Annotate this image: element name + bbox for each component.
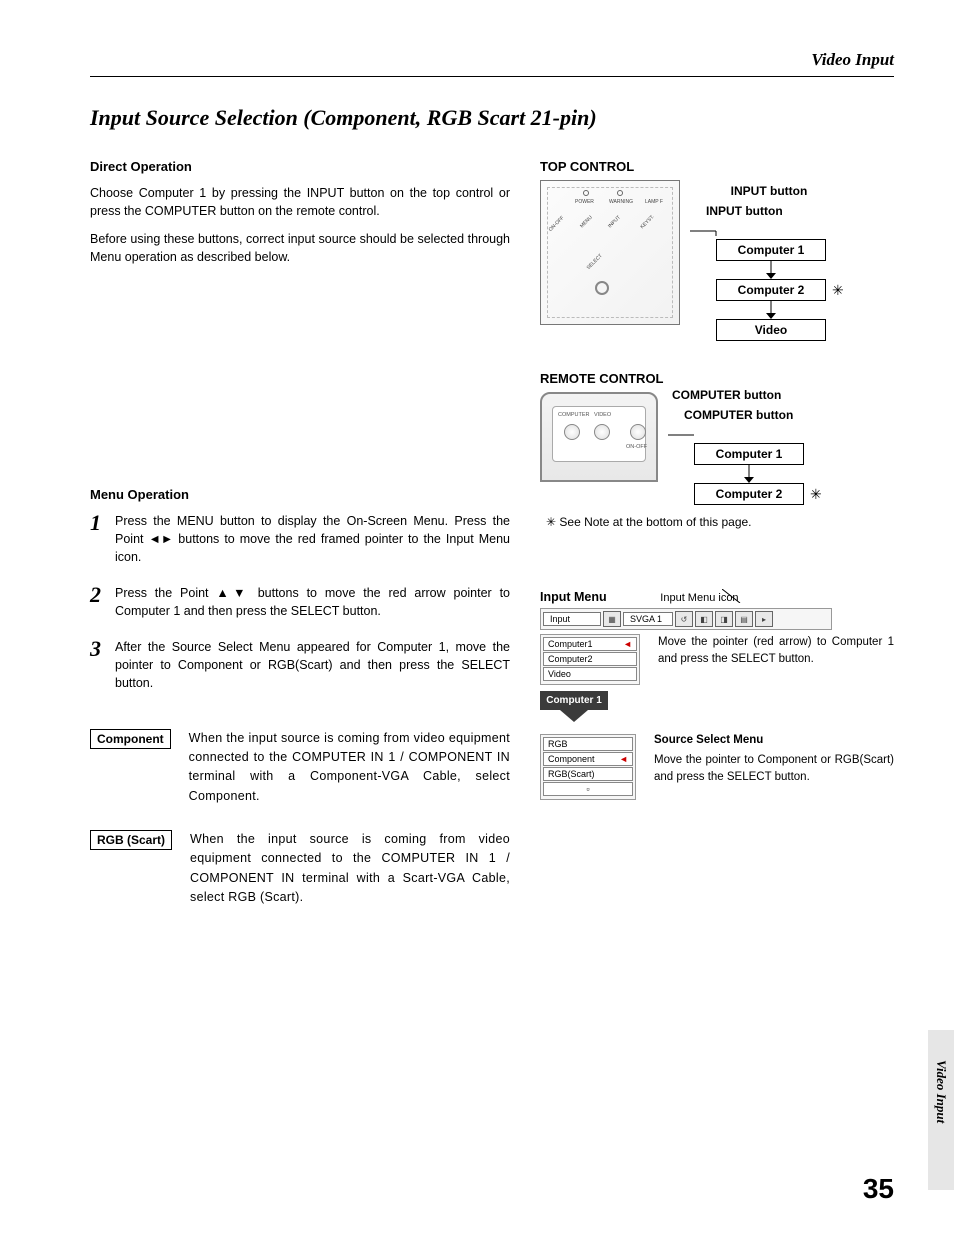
remote-video-label: VIDEO: [594, 412, 611, 418]
note-text: ✳ See Note at the bottom of this page.: [546, 515, 894, 529]
direct-op-p1: Choose Computer 1 by pressing the INPUT …: [90, 184, 510, 220]
panel-menu-label: MENU: [579, 215, 594, 230]
section-header: Video Input: [90, 50, 894, 77]
pointer-line-icon: [722, 589, 752, 603]
page-number: 35: [863, 1173, 894, 1205]
led-dot-icon: [583, 190, 589, 196]
step-num-3: 3: [90, 638, 101, 692]
red-arrow-icon: ◄: [619, 754, 628, 764]
input-menu-text1: Move the pointer (red arrow) to Computer…: [658, 634, 894, 669]
menu-icon: ◨: [715, 611, 733, 627]
input-menu-mode: SVGA 1: [623, 612, 673, 626]
direct-op-heading: Direct Operation: [90, 159, 510, 174]
step-num-1: 1: [90, 512, 101, 566]
panel-power-label: POWER: [575, 199, 594, 205]
menu-icon: ↺: [675, 611, 693, 627]
computer-button-label-sub: COMPUTER button: [684, 408, 822, 422]
source-item: RGB: [543, 737, 633, 751]
option-component-label: Component: [90, 729, 171, 749]
connector-line-icon: [668, 430, 818, 440]
menu-op-heading: Menu Operation: [90, 487, 510, 502]
input-menu-heading: Input Menu: [540, 590, 607, 604]
panel-onoff-label: ON-OFF: [548, 215, 566, 233]
source-close-icon: ▫: [543, 782, 633, 796]
input-button-label-top: INPUT button: [694, 184, 844, 198]
computer-button-label-top: COMPUTER button: [672, 388, 822, 402]
input-menu-topbar: Input ▦ SVGA 1 ↺ ◧ ◨ ▤ ▸: [540, 608, 832, 630]
input-menu-text2: Move the pointer to Component or RGB(Sca…: [654, 752, 894, 787]
side-tab-label: Video Input: [933, 1060, 949, 1123]
option-component-text: When the input source is coming from vid…: [189, 729, 510, 807]
step-text-2: Press the Point ▲▼ buttons to move the r…: [115, 584, 510, 620]
asterisk-icon: ✳: [810, 486, 822, 503]
computer-box-1: Computer 1: [694, 443, 804, 465]
source-select-list: RGB Component◄ RGB(Scart) ▫: [540, 734, 636, 800]
red-arrow-icon: ◄: [623, 639, 632, 649]
input-menu-label: Input: [543, 612, 601, 626]
down-arrow-icon: [694, 465, 804, 483]
step-text-3: After the Source Select Menu appeared fo…: [115, 638, 510, 692]
step-num-2: 2: [90, 584, 101, 620]
led-dot-icon: [617, 190, 623, 196]
source-item: RGB(Scart): [543, 767, 633, 781]
down-arrow-icon: [716, 301, 826, 319]
remote-computer-label: COMPUTER: [558, 412, 589, 418]
remote-video-button-icon: [594, 424, 610, 440]
remote-diagram: COMPUTER VIDEO ON-OFF: [540, 392, 658, 482]
input-box-video: Video: [716, 319, 826, 341]
panel-select-label: SELECT: [586, 253, 604, 271]
input-menu-item: Computer1◄: [543, 637, 637, 651]
down-arrow-icon: [716, 261, 826, 279]
asterisk-icon: ✳: [832, 282, 844, 299]
computer-box-2: Computer 2: [694, 483, 804, 505]
select-ring-icon: [595, 281, 609, 295]
computer1-dark-box: Computer 1: [540, 691, 608, 710]
remote-control-heading: REMOTE CONTROL: [540, 371, 894, 386]
panel-lamp-label: LAMP F: [645, 199, 663, 205]
input-menu-item: Computer2: [543, 652, 637, 666]
option-rgb-scart-text: When the input source is coming from vid…: [190, 830, 510, 908]
source-select-heading: Source Select Menu: [654, 734, 894, 746]
remote-computer-button-icon: [564, 424, 580, 440]
top-control-panel-diagram: POWER WARNING LAMP F ON-OFF MENU INPUT K…: [540, 180, 680, 325]
input-button-label-sub: INPUT button: [706, 204, 844, 218]
panel-keyst-label: KEYST.: [639, 214, 655, 230]
input-box-computer1: Computer 1: [716, 239, 826, 261]
top-control-heading: TOP CONTROL: [540, 159, 894, 174]
menu-icon: ◧: [695, 611, 713, 627]
menu-icon: ▦: [603, 611, 621, 627]
panel-warning-label: WARNING: [609, 199, 633, 205]
panel-input-label: INPUT: [607, 215, 622, 230]
input-box-computer2: Computer 2: [716, 279, 826, 301]
step-text-1: Press the MENU button to display the On-…: [115, 512, 510, 566]
direct-op-p2: Before using these buttons, correct inpu…: [90, 230, 510, 266]
input-menu-list: Computer1◄ Computer2 Video: [540, 634, 640, 685]
option-rgb-scart-label: RGB (Scart): [90, 830, 172, 850]
remote-onoff-label: ON-OFF: [626, 444, 647, 450]
connector-line-icon: [690, 226, 840, 236]
menu-icon: ▸: [755, 611, 773, 627]
source-item: Component◄: [543, 752, 633, 766]
input-menu-item: Video: [543, 667, 637, 681]
menu-icon: ▤: [735, 611, 753, 627]
remote-onoff-button-icon: [630, 424, 646, 440]
page-title: Input Source Selection (Component, RGB S…: [90, 105, 894, 131]
